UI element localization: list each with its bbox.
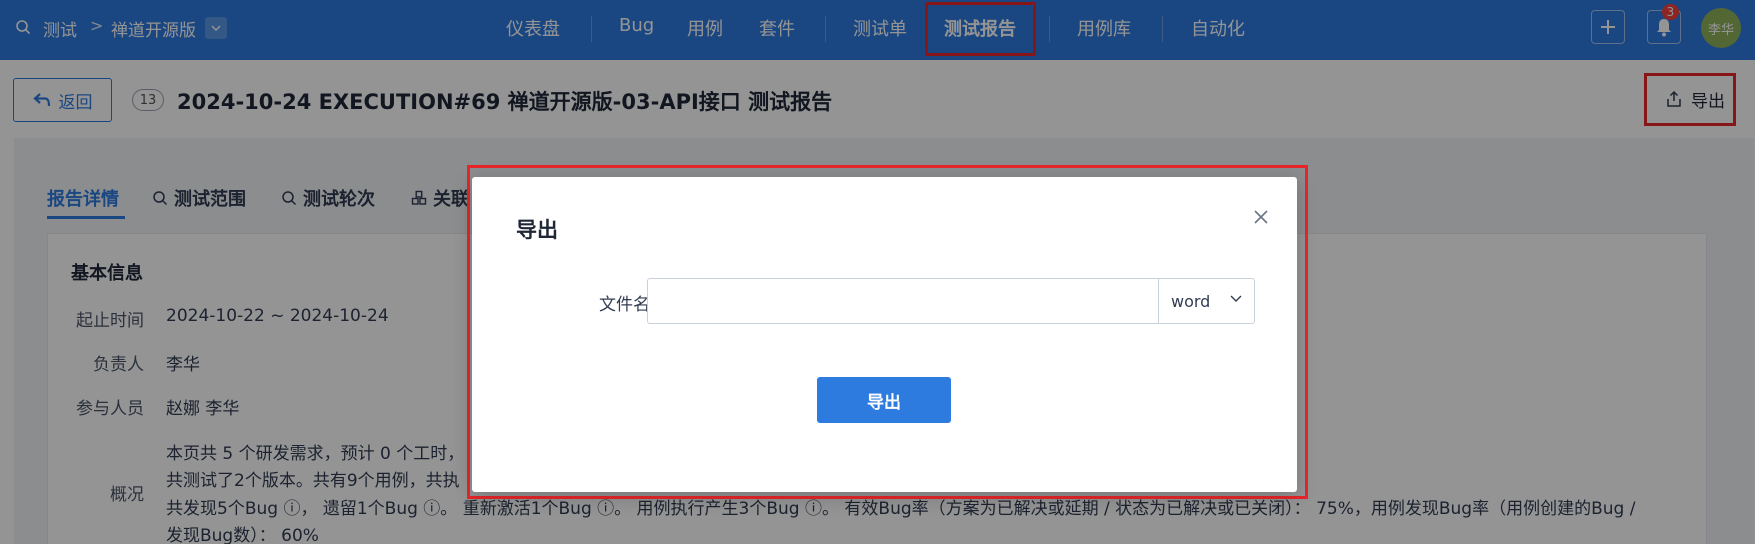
format-select[interactable]: word [1158,278,1255,324]
close-button[interactable] [1249,205,1273,229]
export-dialog: 导出 文件名： word 导出 [472,177,1297,492]
export-submit-button[interactable]: 导出 [817,377,951,423]
dialog-title: 导出 [516,218,558,242]
chevron-down-icon [1230,295,1242,302]
close-icon [1254,210,1268,224]
format-selected-value: word [1171,291,1211,311]
filename-input[interactable] [647,278,1158,324]
